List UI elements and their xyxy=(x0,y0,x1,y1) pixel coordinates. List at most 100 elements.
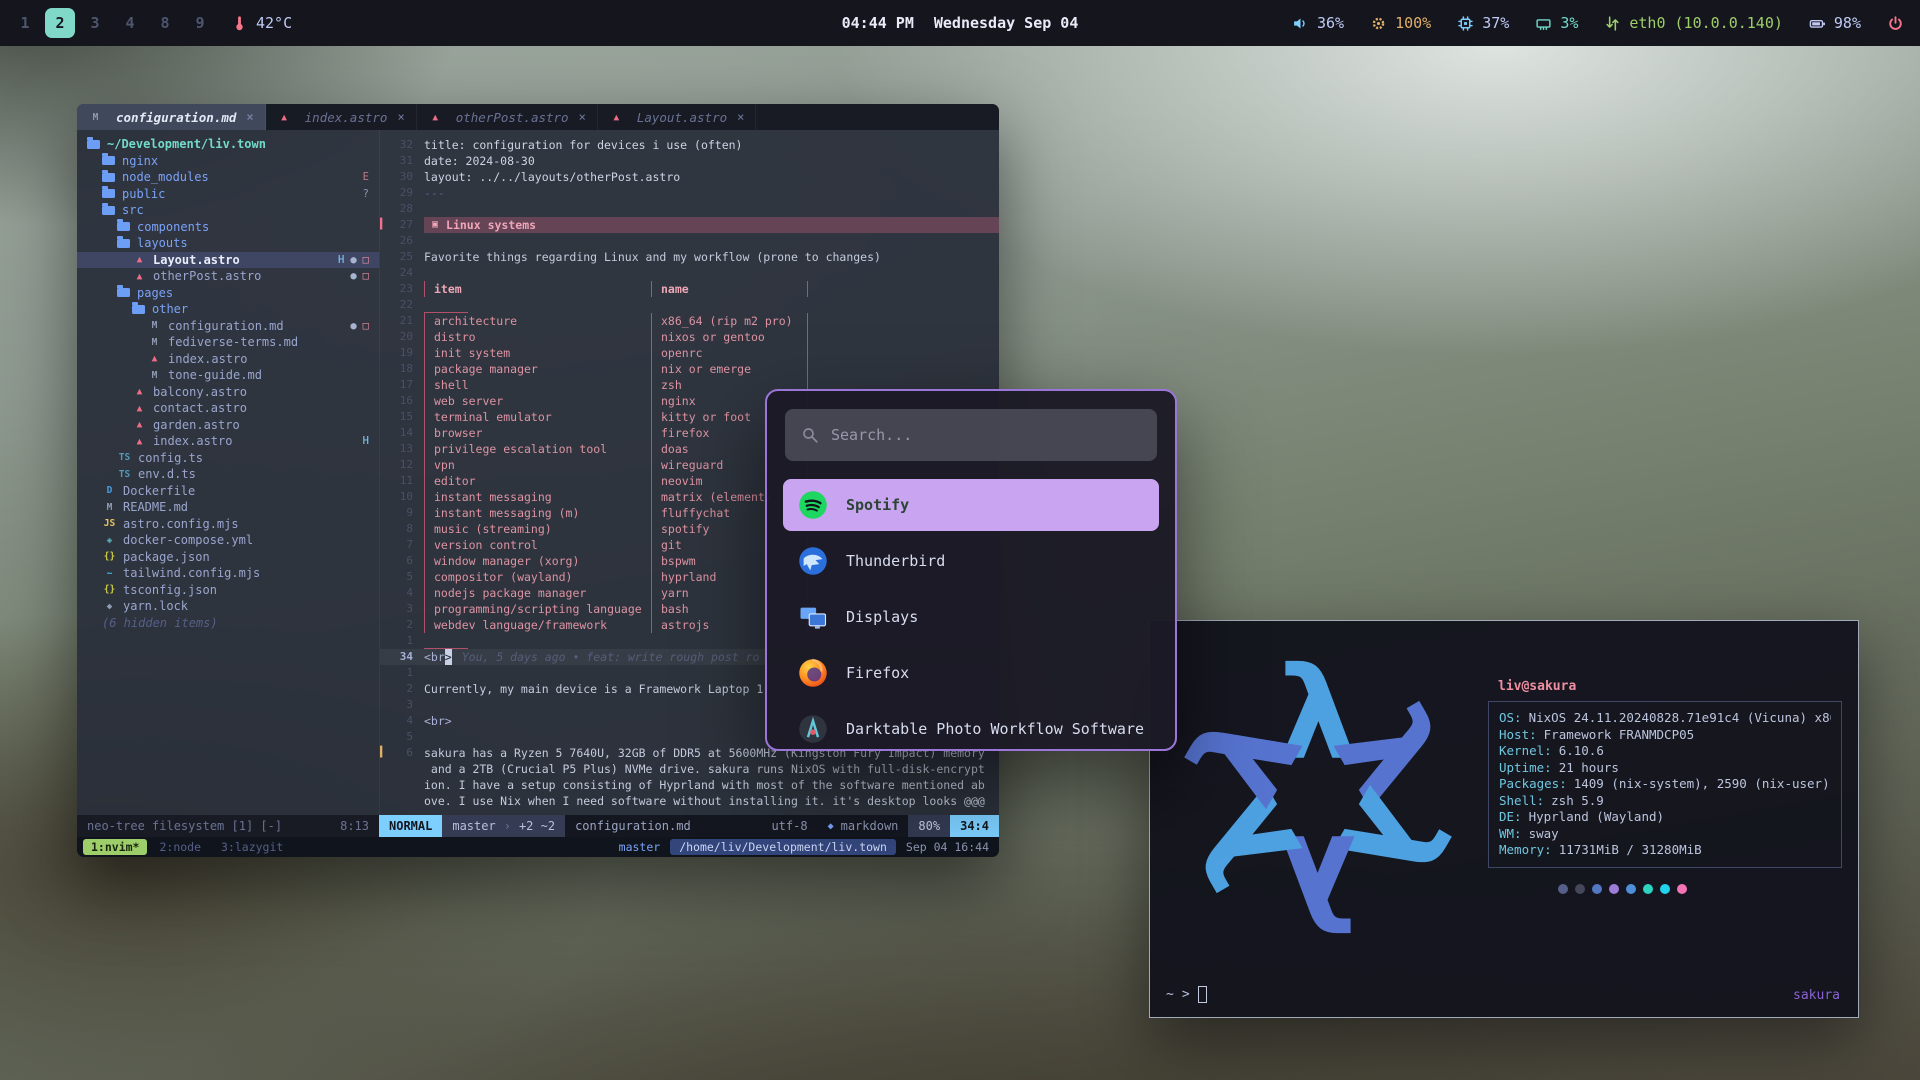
tree-item-Layout.astro[interactable]: ▲Layout.astroH●□ xyxy=(77,252,379,269)
line-content: compositor (wayland)hyprland xyxy=(424,569,808,585)
search-input[interactable] xyxy=(831,426,1141,444)
status-bar: 123489 42°C 04:44 PM Wednesday Sep 04 36… xyxy=(0,0,1920,46)
editor-line[interactable]: 25Favorite things regarding Linux and my… xyxy=(380,249,999,265)
tree-item-docker-compose.yml[interactable]: ◈docker-compose.yml xyxy=(77,532,379,549)
tree-item-node-modules[interactable]: node_modulesE xyxy=(77,169,379,186)
close-icon[interactable]: × xyxy=(246,110,253,124)
editor-line[interactable]: 21architecturex86_64 (rip m2 pro) xyxy=(380,313,999,329)
editor-line[interactable]: ion. I have a setup consisting of Hyprla… xyxy=(380,777,999,793)
markdown-icon: M xyxy=(147,370,162,381)
tab-configuration.md[interactable]: Mconfiguration.md× xyxy=(77,104,266,130)
launcher-searchbox[interactable] xyxy=(785,409,1157,461)
workspace-3[interactable]: 3 xyxy=(80,8,110,38)
tab-index.astro[interactable]: ▲index.astro× xyxy=(266,104,417,130)
power-button[interactable] xyxy=(1887,15,1904,32)
editor-line[interactable]: 32title: configuration for devices i use… xyxy=(380,137,999,153)
workspace-1[interactable]: 1 xyxy=(10,8,40,38)
tree-item-index.astro[interactable]: ▲index.astroH xyxy=(77,433,379,450)
fetch-terminal-window[interactable]: λ λ λ λ λ λ liv@sakura OS:NixOS 24.11.20… xyxy=(1149,620,1859,1018)
tree-item-tone-guide.md[interactable]: Mtone-guide.md xyxy=(77,367,379,384)
app-item-firefox[interactable]: Firefox xyxy=(783,647,1159,699)
tree-item-package.json[interactable]: {}package.json xyxy=(77,549,379,566)
editor-line[interactable]: 20distronixos or gentoo xyxy=(380,329,999,345)
tree-item-other[interactable]: other xyxy=(77,301,379,318)
editor-line[interactable]: 22 xyxy=(380,297,999,313)
app-item-spotify[interactable]: Spotify xyxy=(783,479,1159,531)
gutter-sign xyxy=(380,281,388,297)
tree-item-label: src xyxy=(122,203,144,217)
workspace-2[interactable]: 2 xyxy=(45,8,75,38)
close-icon[interactable]: × xyxy=(397,110,404,124)
tree-item-index.astro[interactable]: ▲index.astro xyxy=(77,351,379,368)
gutter-sign xyxy=(380,713,388,729)
editor-line[interactable]: 28 xyxy=(380,201,999,217)
tree-item-nginx[interactable]: nginx xyxy=(77,153,379,170)
editor-line[interactable]: and a 2TB (Crucial P5 Plus) NVMe drive. … xyxy=(380,761,999,777)
tree-item-README.md[interactable]: MREADME.md xyxy=(77,499,379,516)
clock[interactable]: 04:44 PM Wednesday Sep 04 xyxy=(842,14,1079,32)
tree-item-yarn.lock[interactable]: ◆yarn.lock xyxy=(77,598,379,615)
editor-line[interactable]: 26 xyxy=(380,233,999,249)
editor-line[interactable]: 23itemname xyxy=(380,281,999,297)
tree-item-garden.astro[interactable]: ▲garden.astro xyxy=(77,417,379,434)
battery-module[interactable]: 98% xyxy=(1809,14,1861,32)
editor-line[interactable]: ove. I use Nix when I need software with… xyxy=(380,793,999,809)
editor-line[interactable]: 24 xyxy=(380,265,999,281)
memory-module[interactable]: 3% xyxy=(1535,14,1578,32)
volume-module[interactable]: 36% xyxy=(1292,14,1344,32)
temperature-module[interactable]: 42°C xyxy=(231,14,292,32)
cpu-module[interactable]: 37% xyxy=(1457,14,1509,32)
palette-dot xyxy=(1575,884,1585,894)
tmux-window-1-nvim-[interactable]: 1:nvim* xyxy=(83,839,147,855)
tree-item-src[interactable]: src xyxy=(77,202,379,219)
workspace-9[interactable]: 9 xyxy=(185,8,215,38)
app-item-thunderbird[interactable]: Thunderbird xyxy=(783,535,1159,587)
workspace-4[interactable]: 4 xyxy=(115,8,145,38)
app-item-darktable[interactable]: Darktable Photo Workflow Software xyxy=(783,703,1159,751)
shell-prompt[interactable]: ~ > xyxy=(1166,986,1207,1003)
close-icon[interactable]: × xyxy=(579,110,586,124)
tree-item-fediverse-terms.md[interactable]: Mfediverse-terms.md xyxy=(77,334,379,351)
editor-line[interactable]: 18package managernix or emerge xyxy=(380,361,999,377)
tree-item-astro.config.mjs[interactable]: JSastro.config.mjs xyxy=(77,516,379,533)
line-content: ove. I use Nix when I need software with… xyxy=(424,793,985,809)
line-content: distronixos or gentoo xyxy=(424,329,808,345)
editor-line[interactable]: 30layout: ../../layouts/otherPost.astro xyxy=(380,169,999,185)
tree-item-tsconfig.json[interactable]: {}tsconfig.json xyxy=(77,582,379,599)
editor-line[interactable]: 29--- xyxy=(380,185,999,201)
tmux-window-3-lazygit[interactable]: 3:lazygit xyxy=(213,839,291,855)
close-icon[interactable]: × xyxy=(737,110,744,124)
tree-item--6-hidden-items-[interactable]: (6 hidden items) xyxy=(77,615,379,632)
neotree-status-text: neo-tree filesystem [1] [-] xyxy=(87,819,282,833)
tree-item-config.ts[interactable]: TSconfig.ts xyxy=(77,450,379,467)
neotree-status-position: 8:13 xyxy=(340,819,369,833)
gutter-sign xyxy=(380,521,388,537)
tmux-window-2-node[interactable]: 2:node xyxy=(151,839,209,855)
tab-Layout.astro[interactable]: ▲Layout.astro× xyxy=(598,104,757,130)
tree-item-env.d.ts[interactable]: TSenv.d.ts xyxy=(77,466,379,483)
network-module[interactable]: eth0 (10.0.0.140) xyxy=(1604,14,1783,32)
editor-line[interactable]: 31date: 2024-08-30 xyxy=(380,153,999,169)
tree-item-balcony.astro[interactable]: ▲balcony.astro xyxy=(77,384,379,401)
app-item-displays[interactable]: Displays xyxy=(783,591,1159,643)
thunderbird-icon xyxy=(798,546,828,576)
astro-icon: ▲ xyxy=(132,386,147,397)
tree-item-label: configuration.md xyxy=(168,319,284,333)
workspace-8[interactable]: 8 xyxy=(150,8,180,38)
tree-item-configuration.md[interactable]: Mconfiguration.md●□ xyxy=(77,318,379,335)
tree-item-components[interactable]: components xyxy=(77,219,379,236)
editor-line[interactable]: ▍27▣Linux systems xyxy=(380,217,999,233)
tree-item-tailwind.config.mjs[interactable]: ~tailwind.config.mjs xyxy=(77,565,379,582)
tab-otherPost.astro[interactable]: ▲otherPost.astro× xyxy=(417,104,598,130)
tree-item-pages[interactable]: pages xyxy=(77,285,379,302)
tree-item-public[interactable]: public? xyxy=(77,186,379,203)
brightness-module[interactable]: 100% xyxy=(1370,14,1431,32)
tree-item-layouts[interactable]: layouts xyxy=(77,235,379,252)
editor-line[interactable]: 19init systemopenrc xyxy=(380,345,999,361)
tree-item-label: (6 hidden items) xyxy=(102,616,218,630)
tree-item-~/Development/liv.town[interactable]: ~/Development/liv.town xyxy=(77,136,379,153)
tree-item-otherPost.astro[interactable]: ▲otherPost.astro●□ xyxy=(77,268,379,285)
heading-icon: ▣ xyxy=(432,217,438,233)
tree-item-contact.astro[interactable]: ▲contact.astro xyxy=(77,400,379,417)
tree-item-Dockerfile[interactable]: DDockerfile xyxy=(77,483,379,500)
